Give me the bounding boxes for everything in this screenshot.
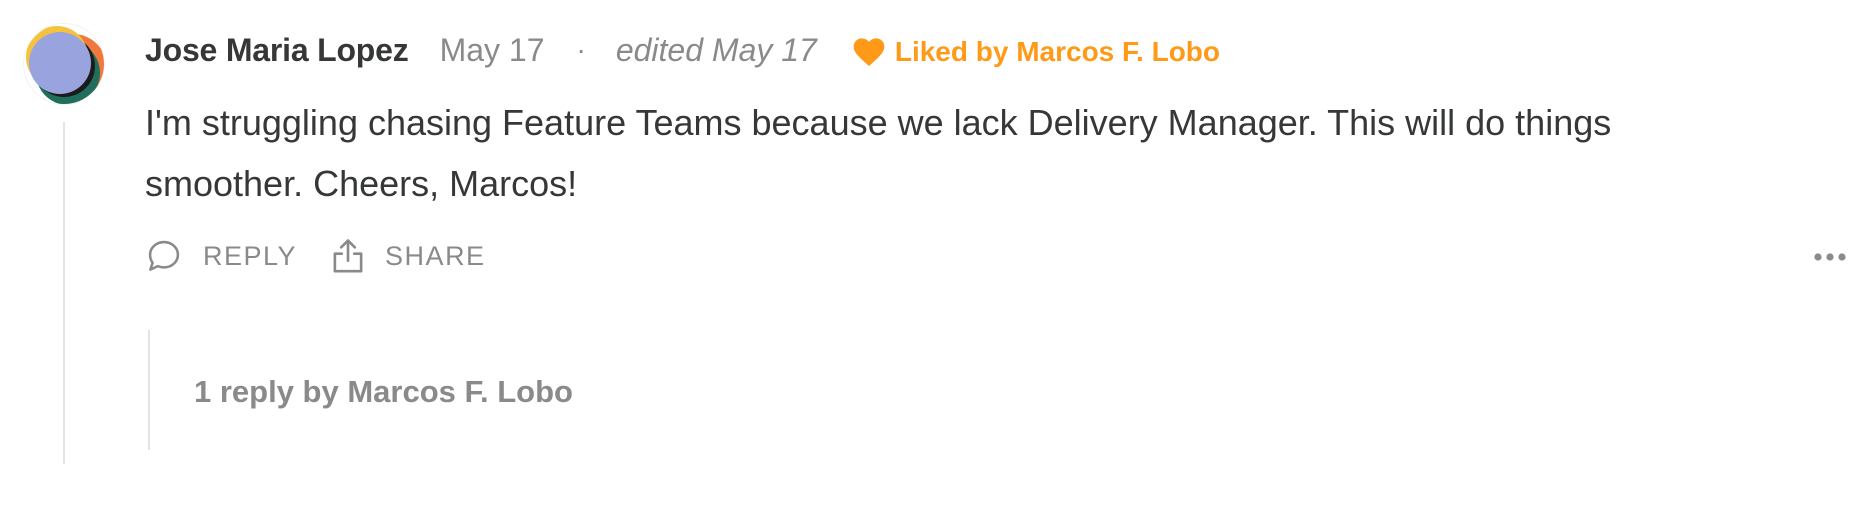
comment-bubble-icon [148, 240, 180, 271]
reply-label: REPLY [203, 240, 298, 271]
comment-body: I'm struggling chasing Feature Teams bec… [145, 102, 1612, 204]
heart-icon [853, 38, 885, 66]
comment: Jose Maria Lopez May 17 · edited May 17 … [0, 0, 1874, 532]
replies-link[interactable]: 1 reply by Marcos F. Lobo [194, 374, 573, 410]
share-button[interactable]: SHARE [331, 237, 486, 275]
share-label: SHARE [385, 240, 486, 271]
author-name[interactable]: Jose Maria Lopez [145, 32, 409, 69]
replies-section: 1 reply by Marcos F. Lobo [148, 330, 573, 450]
comment-date[interactable]: May 17 [440, 32, 545, 69]
avatar-image [24, 24, 104, 104]
separator-dot: · [576, 34, 586, 65]
thread-line [63, 122, 65, 464]
more-options-button[interactable] [1810, 242, 1850, 272]
edited-date: edited May 17 [615, 31, 817, 68]
comment-actions: REPLY SHARE [145, 234, 520, 278]
reply-button[interactable]: REPLY [145, 237, 297, 275]
comment-header: Jose Maria Lopez May 17 · edited May 17 … [145, 26, 1220, 74]
avatar[interactable] [24, 24, 104, 104]
liked-by: Liked by Marcos F. Lobo [853, 36, 1220, 68]
liked-by-text[interactable]: Liked by Marcos F. Lobo [895, 36, 1220, 68]
more-dots-icon [1814, 253, 1846, 261]
share-upload-icon [333, 239, 363, 273]
